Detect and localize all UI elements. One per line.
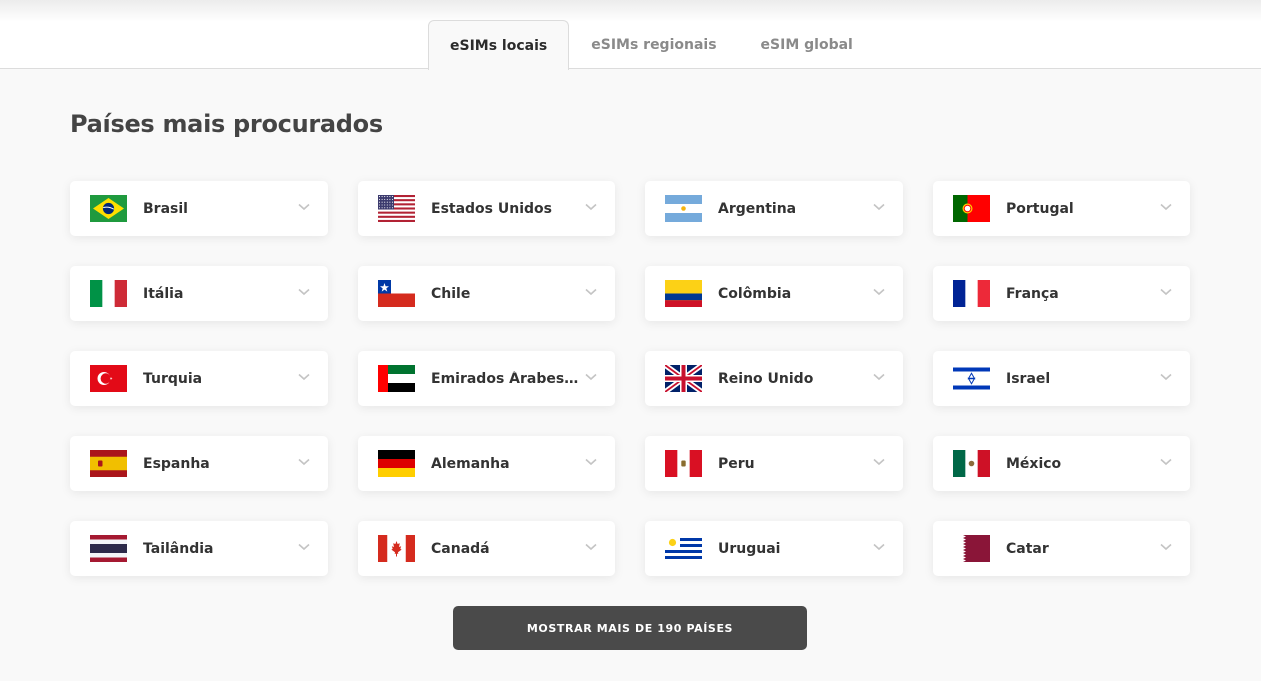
chevron-down-icon[interactable] — [1160, 542, 1172, 552]
country-card-peru[interactable]: Peru — [645, 436, 903, 491]
chevron-down-icon[interactable] — [298, 372, 310, 382]
country-card-france[interactable]: França — [933, 266, 1190, 321]
flag-usa-icon — [378, 195, 415, 222]
flag-uruguay-icon — [665, 535, 702, 562]
country-card-qatar[interactable]: Catar — [933, 521, 1190, 576]
chevron-down-icon[interactable] — [873, 287, 885, 297]
flag-brazil-icon — [90, 195, 127, 222]
country-card-uae[interactable]: Emirados Árabes Unidos — [358, 351, 615, 406]
country-name: Espanha — [143, 455, 210, 472]
flag-italy-icon — [90, 280, 127, 307]
chevron-down-icon[interactable] — [298, 542, 310, 552]
country-card-portugal[interactable]: Portugal — [933, 181, 1190, 236]
country-name: Chile — [431, 285, 471, 302]
country-name: Turquia — [143, 370, 203, 387]
country-name: Alemanha — [431, 455, 510, 472]
chevron-down-icon[interactable] — [873, 542, 885, 552]
flag-uk-icon — [665, 365, 702, 392]
chevron-down-icon[interactable] — [585, 542, 597, 552]
country-name: Canadá — [431, 540, 490, 557]
chevron-down-icon[interactable] — [1160, 372, 1172, 382]
country-name: França — [1006, 285, 1059, 302]
flag-canada-icon — [378, 535, 415, 562]
flag-colombia-icon — [665, 280, 702, 307]
chevron-down-icon[interactable] — [585, 457, 597, 467]
country-card-thailand[interactable]: Tailândia — [70, 521, 328, 576]
chevron-down-icon[interactable] — [585, 202, 597, 212]
page-title: Países mais procurados — [70, 110, 383, 138]
chevron-down-icon[interactable] — [1160, 287, 1172, 297]
chevron-down-icon[interactable] — [1160, 202, 1172, 212]
top-bar: eSIMs locais eSIMs regionais eSIM global — [0, 0, 1261, 70]
country-card-colombia[interactable]: Colômbia — [645, 266, 903, 321]
country-name: Israel — [1006, 370, 1051, 387]
chevron-down-icon[interactable] — [585, 372, 597, 382]
chevron-down-icon[interactable] — [873, 372, 885, 382]
flag-germany-icon — [378, 450, 415, 477]
chevron-down-icon[interactable] — [873, 457, 885, 467]
country-card-mexico[interactable]: México — [933, 436, 1190, 491]
flag-mexico-icon — [953, 450, 990, 477]
country-name: México — [1006, 455, 1062, 472]
country-name: Uruguai — [718, 540, 781, 557]
country-card-uk[interactable]: Reino Unido — [645, 351, 903, 406]
chevron-down-icon[interactable] — [1160, 457, 1172, 467]
country-name: Argentina — [718, 200, 797, 217]
chevron-down-icon[interactable] — [298, 457, 310, 467]
flag-turkey-icon — [90, 365, 127, 392]
flag-uae-icon — [378, 365, 415, 392]
country-name: Tailândia — [143, 540, 214, 557]
country-card-chile[interactable]: Chile — [358, 266, 615, 321]
tab-esims-regionais[interactable]: eSIMs regionais — [569, 20, 738, 69]
country-card-spain[interactable]: Espanha — [70, 436, 328, 491]
country-name: Portugal — [1006, 200, 1074, 217]
country-name: Estados Unidos — [431, 200, 552, 217]
show-more-countries-button[interactable]: MOSTRAR MAIS DE 190 PAÍSES — [453, 606, 807, 650]
flag-thailand-icon — [90, 535, 127, 562]
chevron-down-icon[interactable] — [298, 287, 310, 297]
country-card-usa[interactable]: Estados Unidos — [358, 181, 615, 236]
flag-chile-icon — [378, 280, 415, 307]
flag-peru-icon — [665, 450, 702, 477]
esim-type-tabs: eSIMs locais eSIMs regionais eSIM global — [428, 20, 875, 70]
country-card-germany[interactable]: Alemanha — [358, 436, 615, 491]
country-grid: Brasil Estados Unidos Argentina Portugal Itá… — [70, 181, 1190, 576]
flag-france-icon — [953, 280, 990, 307]
country-name: Emirados Árabes Unidos — [431, 370, 583, 387]
tab-esims-locais[interactable]: eSIMs locais — [428, 20, 570, 70]
country-card-brazil[interactable]: Brasil — [70, 181, 328, 236]
flag-argentina-icon — [665, 195, 702, 222]
flag-spain-icon — [90, 450, 127, 477]
country-card-israel[interactable]: Israel — [933, 351, 1190, 406]
country-card-canada[interactable]: Canadá — [358, 521, 615, 576]
flag-israel-icon — [953, 365, 990, 392]
flag-qatar-icon — [953, 535, 990, 562]
country-name: Catar — [1006, 540, 1049, 557]
chevron-down-icon[interactable] — [298, 202, 310, 212]
chevron-down-icon[interactable] — [873, 202, 885, 212]
tab-esim-global[interactable]: eSIM global — [739, 20, 875, 69]
country-name: Reino Unido — [718, 370, 814, 387]
country-card-italy[interactable]: Itália — [70, 266, 328, 321]
chevron-down-icon[interactable] — [585, 287, 597, 297]
country-card-turkey[interactable]: Turquia — [70, 351, 328, 406]
country-card-argentina[interactable]: Argentina — [645, 181, 903, 236]
country-name: Peru — [718, 455, 755, 472]
country-name: Brasil — [143, 200, 188, 217]
country-name: Itália — [143, 285, 184, 302]
country-card-uruguay[interactable]: Uruguai — [645, 521, 903, 576]
country-name: Colômbia — [718, 285, 792, 302]
flag-portugal-icon — [953, 195, 990, 222]
